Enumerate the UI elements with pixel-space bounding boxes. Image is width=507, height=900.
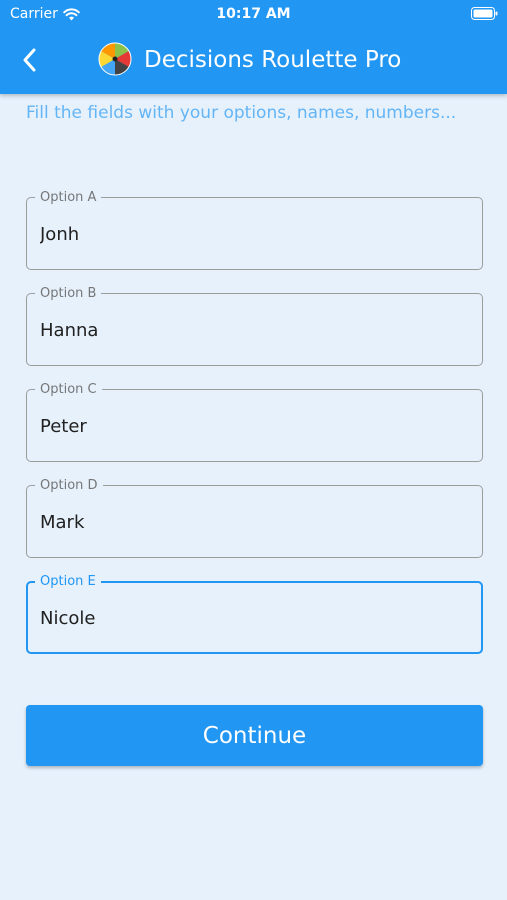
option-a-input[interactable] — [26, 198, 483, 270]
continue-button[interactable]: Continue — [26, 705, 483, 766]
roulette-wheel-icon — [98, 42, 132, 76]
top-bar: Carrier 10:17 AM Decisions Roulette Pro — [0, 0, 507, 94]
option-c-input[interactable] — [26, 390, 483, 462]
option-b-input[interactable] — [26, 294, 483, 366]
status-bar: Carrier 10:17 AM — [0, 0, 507, 28]
status-time: 10:17 AM — [216, 6, 291, 22]
option-a-field: Option A — [26, 190, 483, 270]
option-e-field: Option E — [26, 574, 483, 654]
back-button[interactable] — [12, 43, 46, 77]
battery-icon — [471, 7, 498, 20]
options-form: Option A Option B Option C Option D Opti… — [26, 190, 483, 678]
chevron-left-icon — [23, 48, 36, 72]
option-d-field: Option D — [26, 478, 483, 558]
app-bar: Decisions Roulette Pro — [0, 28, 507, 94]
option-e-input[interactable] — [26, 582, 483, 654]
app-title: Decisions Roulette Pro — [144, 47, 402, 73]
option-d-input[interactable] — [26, 486, 483, 558]
option-c-field: Option C — [26, 382, 483, 462]
option-b-field: Option B — [26, 286, 483, 366]
instructions-text: Fill the fields with your options, names… — [26, 103, 457, 123]
